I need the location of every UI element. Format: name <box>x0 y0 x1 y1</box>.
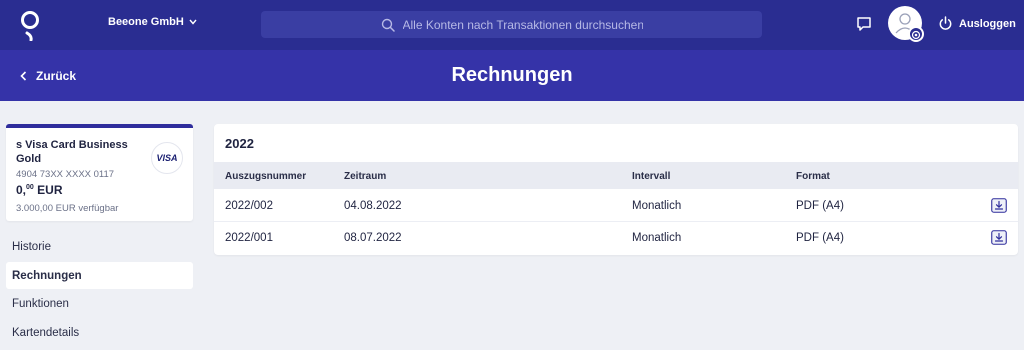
statement-interval: Monatlich <box>632 232 682 244</box>
table-row[interactable]: 2022/001 08.07.2022 Monatlich PDF (A4) <box>214 222 1018 254</box>
statement-period: 08.07.2022 <box>344 232 402 244</box>
sidebar-item-label: Rechnungen <box>12 269 82 282</box>
column-header-interval: Intervall <box>632 171 671 182</box>
statement-interval: Monatlich <box>632 200 682 212</box>
statement-format: PDF (A4) <box>796 232 844 244</box>
chat-icon[interactable] <box>855 15 873 33</box>
download-icon[interactable] <box>991 198 1007 213</box>
balance-currency: EUR <box>37 183 63 197</box>
card-number: 4904 73XX XXXX 0117 <box>16 169 115 180</box>
download-icon[interactable] <box>991 230 1007 245</box>
statement-number: 2022/001 <box>225 232 273 244</box>
logout-button[interactable]: Ausloggen <box>938 16 1016 31</box>
sidebar-item-label: Historie <box>12 240 51 253</box>
sidebar-item-label: Kartendetails <box>12 326 80 339</box>
gear-icon <box>911 30 921 40</box>
card-available: 3.000,00 EUR verfügbar <box>16 203 119 214</box>
sidebar-item-funktionen[interactable]: Funktionen <box>6 290 193 317</box>
brand-logo-icon[interactable] <box>18 9 42 41</box>
card-summary[interactable]: s Visa Card Business Gold VISA 4904 73XX… <box>6 124 193 221</box>
sidebar-item-rechnungen[interactable]: Rechnungen <box>6 262 193 289</box>
search-input[interactable] <box>402 17 643 32</box>
card-name: s Visa Card Business Gold <box>16 139 128 165</box>
balance-decimal: 00 <box>26 184 34 191</box>
statement-period: 04.08.2022 <box>344 200 402 212</box>
year-heading: 2022 <box>225 136 254 151</box>
statements-panel: 2022 Auszugsnummer Zeitraum Intervall Fo… <box>214 124 1018 255</box>
column-header-format: Format <box>796 171 830 182</box>
chevron-down-icon <box>189 19 197 25</box>
logout-label: Ausloggen <box>959 17 1016 30</box>
table-header: Auszugsnummer Zeitraum Intervall Format <box>214 162 1018 189</box>
balance-integer: 0, <box>16 183 27 197</box>
search-icon <box>381 18 395 32</box>
top-bar: Beeone GmbH Ausloggen <box>0 0 1024 50</box>
page-title: Rechnungen <box>451 64 573 86</box>
sidebar-item-historie[interactable]: Historie <box>6 233 193 260</box>
power-icon <box>939 16 952 30</box>
page-header: Zurück Rechnungen <box>0 50 1024 101</box>
company-name: Beeone GmbH <box>108 16 184 28</box>
search-bar[interactable] <box>261 11 762 38</box>
sidebar-item-kartendetails[interactable]: Kartendetails <box>6 319 193 346</box>
statement-number: 2022/002 <box>225 200 273 212</box>
sidebar-item-label: Funktionen <box>12 297 69 310</box>
visa-logo-icon: VISA <box>151 142 183 174</box>
table-row[interactable]: 2022/002 04.08.2022 Monatlich PDF (A4) <box>214 190 1018 222</box>
statement-format: PDF (A4) <box>796 200 844 212</box>
company-switcher[interactable]: Beeone GmbH <box>108 16 197 28</box>
column-header-number: Auszugsnummer <box>225 171 307 182</box>
card-balance: 0,00 EUR <box>16 183 63 197</box>
column-header-period: Zeitraum <box>344 171 387 182</box>
settings-badge[interactable] <box>908 26 924 42</box>
